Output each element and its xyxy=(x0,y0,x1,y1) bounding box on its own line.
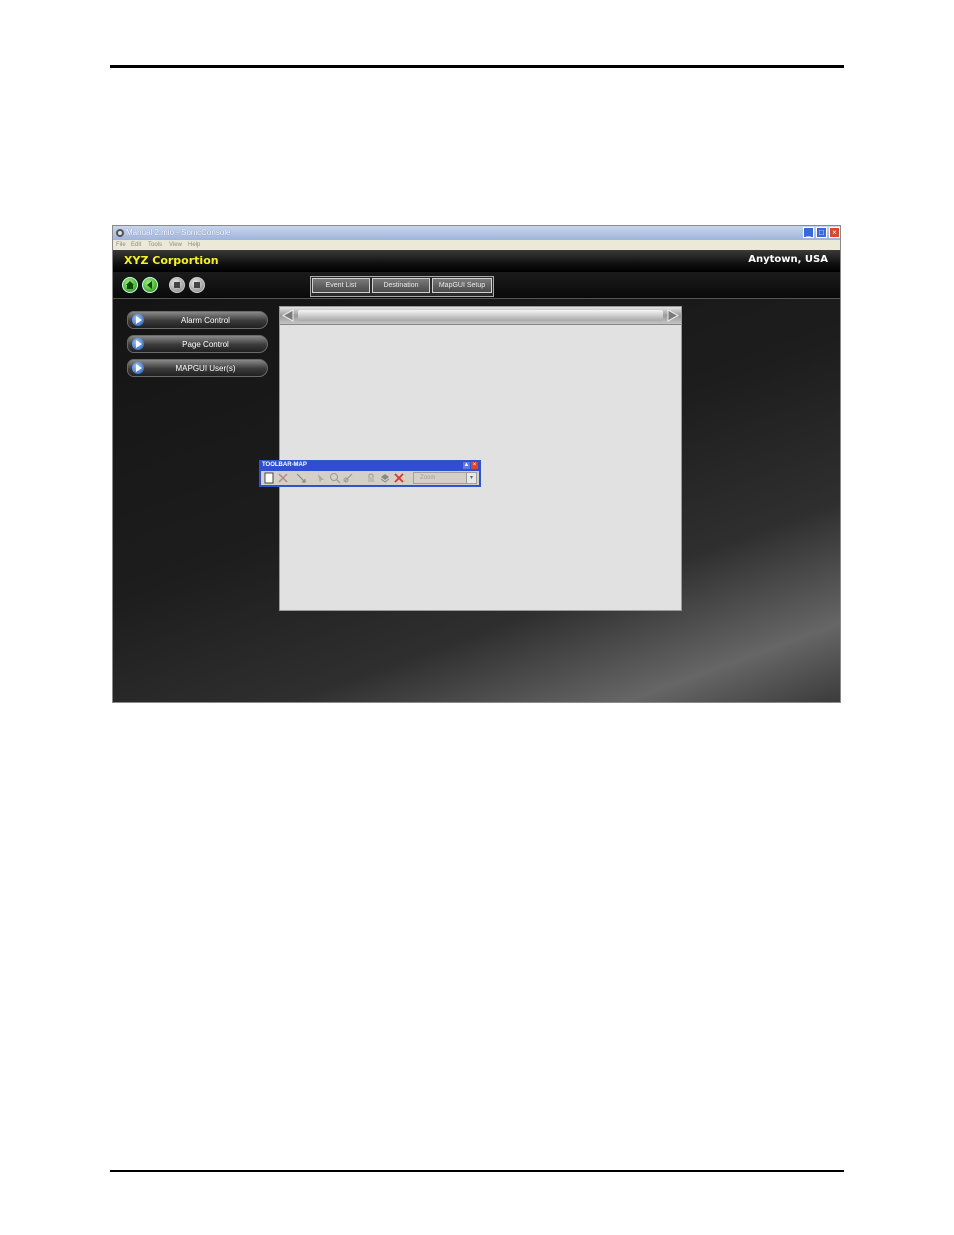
scroll-thumb[interactable] xyxy=(298,310,663,321)
move-icon[interactable] xyxy=(295,472,307,484)
toolbar-map-title: TOOLBAR-MAP xyxy=(262,462,307,468)
tab-destination[interactable]: Destination xyxy=(372,278,430,293)
sidebar-item-alarm-control[interactable]: Alarm Control xyxy=(127,311,268,329)
location-label: Anytown, USA xyxy=(748,254,828,265)
tab-event-list[interactable]: Event List xyxy=(312,278,370,293)
scroll-left-icon[interactable] xyxy=(280,307,297,324)
back-button[interactable] xyxy=(142,277,158,293)
nav-toolbar: Event List Destination MapGUI Setup xyxy=(113,272,840,299)
menu-edit[interactable]: Edit xyxy=(131,240,141,250)
sidebar-item-label: Alarm Control xyxy=(181,316,230,325)
toolbar-close-button[interactable]: × xyxy=(471,462,478,469)
page-rule-bottom xyxy=(110,1170,844,1172)
menu-help[interactable]: Help xyxy=(188,240,200,250)
play-icon xyxy=(132,338,144,350)
new-icon[interactable] xyxy=(263,472,275,484)
menu-tools[interactable]: Tools xyxy=(148,240,162,250)
tab-bar: Event List Destination MapGUI Setup xyxy=(310,276,494,297)
stop-button-2[interactable] xyxy=(189,277,205,293)
app-window: Manual 2.mio - SonicConsole _ □ × File E… xyxy=(112,225,841,703)
layer-icon[interactable] xyxy=(379,472,391,484)
stop-button-1[interactable] xyxy=(169,277,185,293)
zoom-select[interactable]: Zoom ▾ xyxy=(413,472,477,484)
home-icon xyxy=(126,281,134,289)
stop-icon xyxy=(174,282,180,288)
play-icon xyxy=(132,362,144,374)
stop-icon xyxy=(194,282,200,288)
main-area: Alarm Control Page Control MAPGUI User(s… xyxy=(113,299,840,702)
sidebar-item-label: MAPGUI User(s) xyxy=(175,364,236,373)
map-canvas[interactable] xyxy=(279,306,682,611)
zoom-icon[interactable] xyxy=(329,472,341,484)
minimize-button[interactable]: _ xyxy=(803,227,814,238)
delete-icon[interactable] xyxy=(277,472,289,484)
map-scrollbar[interactable] xyxy=(280,307,681,325)
company-name: XYZ Corportion xyxy=(124,254,219,267)
lock-icon[interactable] xyxy=(365,472,377,484)
chevron-down-icon[interactable]: ▾ xyxy=(466,473,476,483)
pointer-icon[interactable] xyxy=(315,472,327,484)
link-icon[interactable] xyxy=(343,472,355,484)
sidebar-item-page-control[interactable]: Page Control xyxy=(127,335,268,353)
scroll-right-icon[interactable] xyxy=(664,307,681,324)
sidebar-item-label: Page Control xyxy=(182,340,229,349)
tab-mapgui-setup[interactable]: MapGUI Setup xyxy=(432,278,492,293)
zoom-value: Zoom xyxy=(420,475,436,481)
maximize-button[interactable]: □ xyxy=(816,227,827,238)
pin-button[interactable]: ▲ xyxy=(463,462,470,469)
menu-file[interactable]: File xyxy=(116,240,126,250)
page-rule-top xyxy=(110,65,844,68)
menu-bar: File Edit Tools View Help xyxy=(113,240,840,250)
title-bar[interactable]: Manual 2.mio - SonicConsole _ □ × xyxy=(113,226,840,240)
menu-view[interactable]: View xyxy=(169,240,182,250)
toolbar-map-body: Zoom ▾ xyxy=(261,471,479,485)
play-icon xyxy=(132,314,144,326)
sidebar-item-mapgui-users[interactable]: MAPGUI User(s) xyxy=(127,359,268,377)
toolbar-map-panel[interactable]: TOOLBAR-MAP ▲ × Zoom ▾ xyxy=(259,460,481,487)
remove-icon[interactable] xyxy=(393,472,405,484)
app-icon xyxy=(116,229,124,237)
window-title: Manual 2.mio - SonicConsole xyxy=(126,228,231,237)
close-button[interactable]: × xyxy=(829,227,840,238)
header-banner: XYZ Corportion Anytown, USA xyxy=(113,250,840,272)
home-button[interactable] xyxy=(122,277,138,293)
back-icon xyxy=(147,281,152,289)
